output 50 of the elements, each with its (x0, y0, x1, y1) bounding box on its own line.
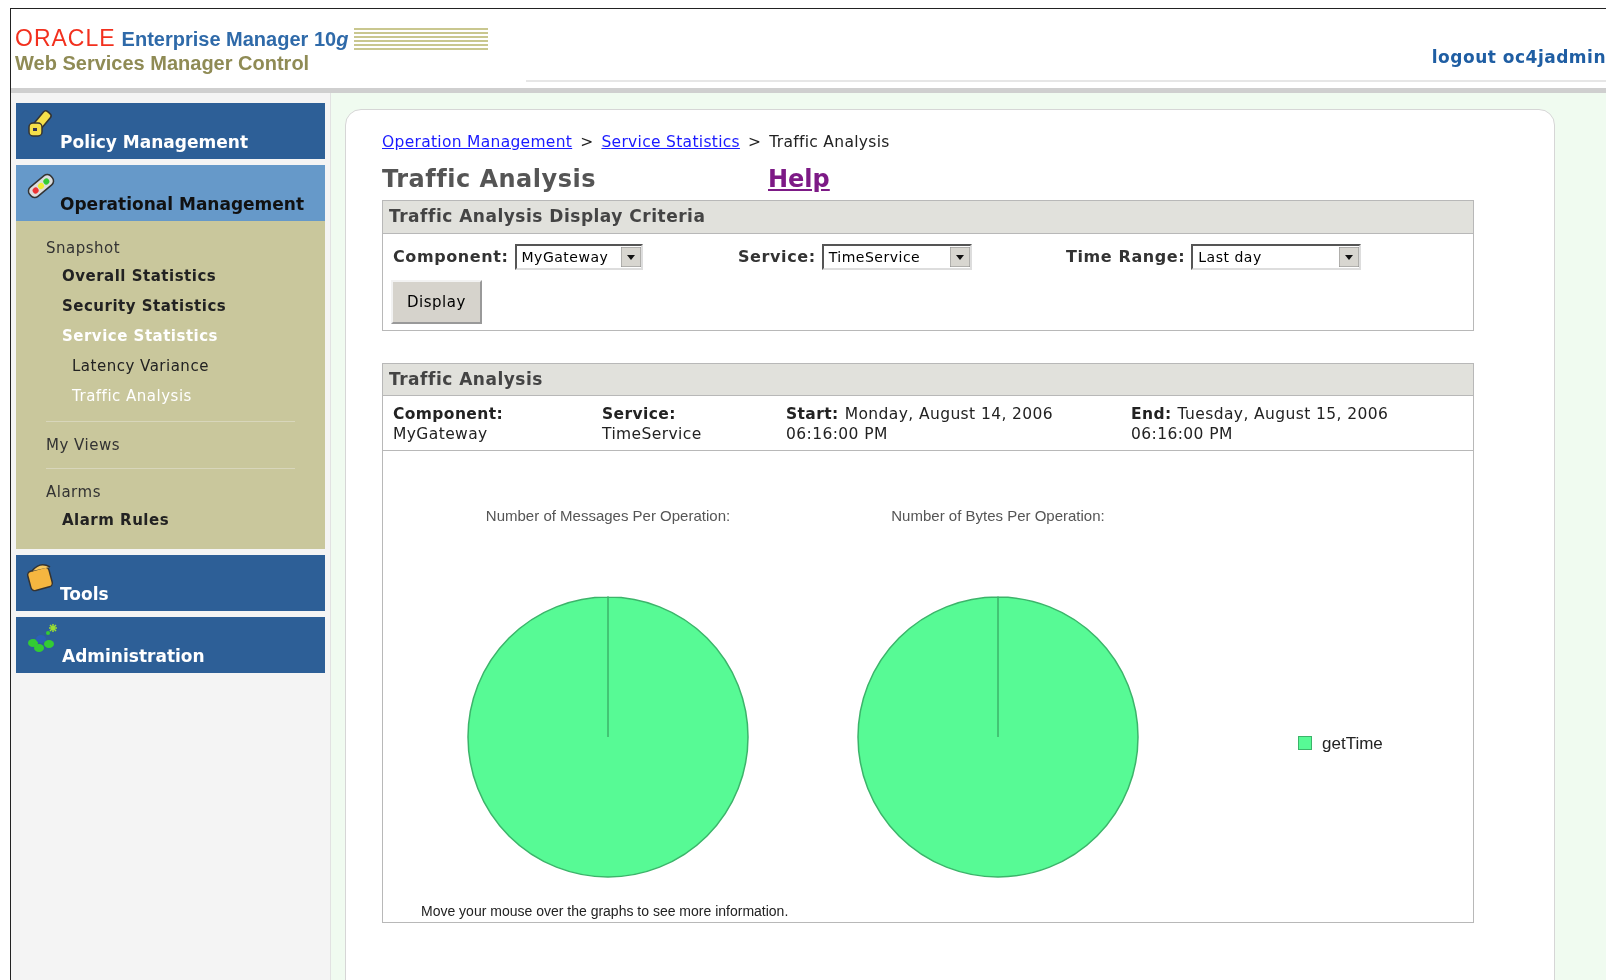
sidebar-link[interactable]: Security Statistics (16, 291, 227, 321)
caret-icon (1339, 247, 1360, 267)
display-button[interactable]: Display (391, 280, 482, 324)
info-label: Service: (602, 404, 676, 423)
panel-header: Traffic Analysis (383, 364, 1473, 396)
breadcrumb-text: Traffic Analysis (769, 132, 890, 154)
nav-section[interactable]: Tools (16, 555, 325, 611)
logout-link[interactable]: logout oc4jadmin (1431, 49, 1606, 66)
submenu-heading: My Views (46, 435, 121, 456)
info-value: Tuesday, August 15, 2006 (1177, 403, 1389, 424)
info-label: End: (1131, 403, 1172, 424)
caret-icon (949, 247, 970, 267)
help-link[interactable]: Help (768, 161, 830, 197)
brand-logo: ORACLE (15, 27, 116, 50)
breadcrumb-link[interactable]: Service Statistics (601, 131, 740, 155)
chart-title: Number of Bytes Per Operation: (891, 505, 1105, 526)
product-name: Enterprise Manager 10g (121, 28, 349, 49)
nav-section[interactable]: Administration (16, 617, 325, 673)
pie-chart[interactable] (857, 596, 1139, 878)
page-title: Traffic Analysis (382, 164, 597, 195)
sidebar-link[interactable]: Alarm Rules (16, 505, 170, 535)
info-value: TimeService (602, 424, 702, 443)
dropdown[interactable]: TimeService (821, 244, 972, 270)
sidebar-link[interactable]: Latency Variance (16, 351, 209, 381)
caret-icon (620, 247, 641, 267)
info-value: MyGateway (393, 424, 488, 443)
chart-title: Number of Messages Per Operation: (485, 505, 731, 526)
field-label: Time Range: (1066, 246, 1186, 268)
product-subtitle: Web Services Manager Control (15, 51, 311, 76)
sidebar-link[interactable]: Overall Statistics (16, 261, 217, 291)
breadcrumb-text: > (580, 132, 594, 154)
info-value: Monday, August 14, 2006 (844, 403, 1054, 424)
info-value: 06:16:00 PM (786, 424, 888, 443)
dropdown[interactable]: MyGateway (514, 244, 643, 270)
info-label: Start: (786, 403, 839, 424)
pie-chart[interactable] (467, 596, 749, 878)
panel-header: Traffic Analysis Display Criteria (383, 201, 1473, 234)
breadcrumb-link[interactable]: Operation Management (382, 131, 573, 155)
breadcrumb-text: > (747, 132, 762, 154)
field-label: Service: (738, 246, 816, 268)
legend-label: getTime (1322, 732, 1383, 755)
hint-text: Move your mouse over the graphs to see more information. (421, 902, 790, 921)
submenu-heading: Alarms (46, 482, 102, 503)
info-value: 06:16:00 PM (1131, 424, 1233, 443)
nav-section[interactable]: Policy Management (16, 103, 325, 159)
nav-section[interactable]: Operational Management (16, 165, 325, 221)
field-label: Component: (393, 246, 509, 268)
info-label: Component: (393, 404, 504, 423)
dropdown[interactable]: Last day (1191, 244, 1362, 270)
submenu-heading: Snapshot (45, 238, 122, 259)
